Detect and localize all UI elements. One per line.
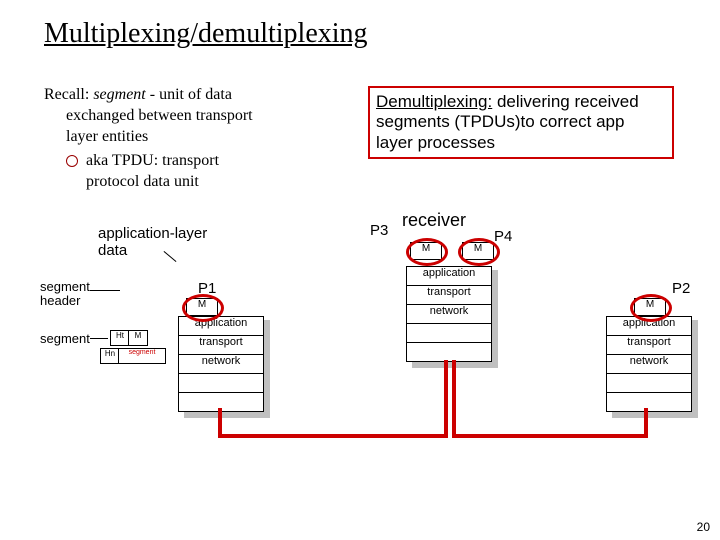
- sender-network-layer: network: [178, 355, 264, 374]
- p3-m-circle: [406, 238, 448, 266]
- path-segment: [218, 434, 448, 438]
- seg-header-2: header: [40, 294, 90, 308]
- hn-box: Hn: [100, 348, 120, 364]
- demux-box: Demultiplexing: delivering received segm…: [368, 86, 674, 159]
- p2-network-layer: network: [606, 355, 692, 374]
- recv-transport-layer: transport: [406, 286, 492, 305]
- segment-label: segment: [40, 332, 90, 346]
- p4-label: P4: [494, 228, 512, 245]
- sender-stack: application transport network: [178, 316, 264, 412]
- recall-rest1: - unit of data: [146, 86, 232, 103]
- ht-box: Ht: [110, 330, 130, 346]
- recall-text: Recall: segment - unit of data exchanged…: [44, 85, 324, 193]
- m-tiny-box: M: [128, 330, 148, 346]
- arrow-line: [90, 290, 120, 291]
- p2-empty1: [606, 374, 692, 393]
- recall-bullet2: protocol data unit: [86, 172, 219, 193]
- path-segment: [644, 408, 648, 438]
- path-segment: [444, 360, 448, 438]
- slide-title: Multiplexing/demultiplexing: [44, 18, 368, 50]
- segment-italic: segment: [93, 86, 145, 103]
- p4-m-circle: [458, 238, 500, 266]
- p2-m-circle: [630, 294, 672, 322]
- recall-prefix: Recall:: [44, 86, 93, 103]
- receiver-stack: application transport network: [406, 266, 492, 362]
- app-layer-data-label: application-layer data: [98, 226, 207, 259]
- recv-empty1: [406, 324, 492, 343]
- recv-network-layer: network: [406, 305, 492, 324]
- p2-empty2: [606, 393, 692, 412]
- receiver-label: receiver: [402, 210, 466, 231]
- recall-bullet1: aka TPDU: transport: [86, 151, 219, 172]
- path-segment: [452, 360, 456, 438]
- app-layer-data-1: application-layer: [98, 226, 207, 243]
- segment-tiny-box: segment: [118, 348, 166, 364]
- recv-app-layer: application: [406, 266, 492, 286]
- recall-line2: exchanged between transport: [66, 106, 324, 127]
- segment-header-label: segment header: [40, 280, 90, 309]
- p2-stack: application transport network: [606, 316, 692, 412]
- demux-head: Demultiplexing:: [376, 92, 492, 111]
- app-layer-data-2: data: [98, 243, 207, 260]
- p2-label: P2: [672, 280, 690, 297]
- path-segment: [452, 434, 648, 438]
- p3-label: P3: [370, 222, 388, 239]
- sender-empty1: [178, 374, 264, 393]
- arrow-line: [90, 338, 108, 339]
- bullet-icon: [66, 155, 78, 167]
- p2-transport-layer: transport: [606, 336, 692, 355]
- sender-transport-layer: transport: [178, 336, 264, 355]
- seg-header-1: segment: [40, 280, 90, 294]
- recv-empty2: [406, 343, 492, 362]
- page-number: 20: [697, 520, 710, 534]
- p1-m-circle: [182, 294, 224, 322]
- recall-line3: layer entities: [66, 127, 324, 148]
